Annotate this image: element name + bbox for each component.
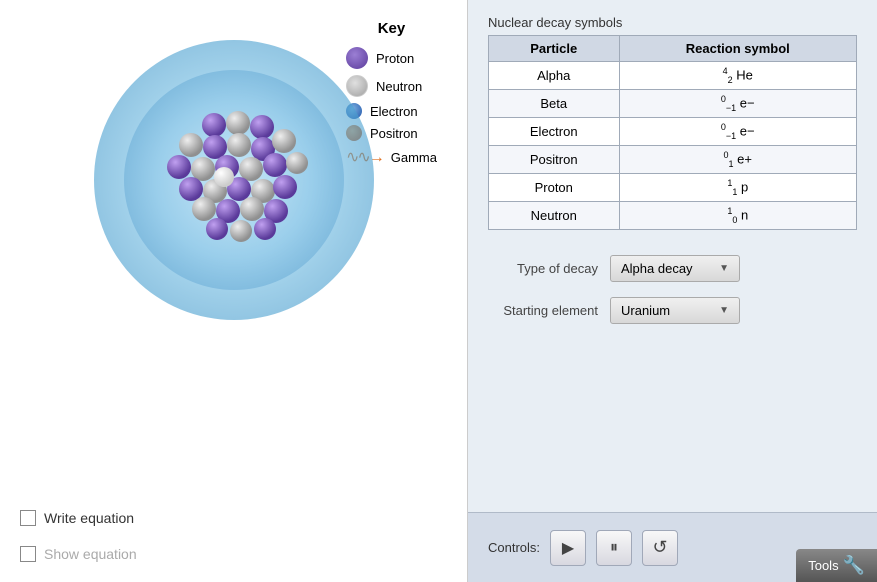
gamma-label: Gamma <box>391 150 437 165</box>
tools-label: Tools <box>808 558 838 573</box>
table-row: Neutron 10 n <box>489 201 857 229</box>
particle-positron: Positron <box>489 145 620 173</box>
controls-label: Controls: <box>488 540 540 555</box>
tools-icon: 🔧 <box>843 555 865 576</box>
ball-p <box>167 155 191 179</box>
decay-type-dropdown[interactable]: Alpha decay ▼ <box>610 255 740 282</box>
decay-type-value: Alpha decay <box>621 261 693 276</box>
ball-n <box>272 129 296 153</box>
table-title: Nuclear decay symbols <box>488 15 857 30</box>
starting-element-value: Uranium <box>621 303 670 318</box>
table-row: Electron 0−1 e− <box>489 117 857 145</box>
ball-n <box>240 197 264 221</box>
nucleus-svg <box>149 95 319 265</box>
ball-p <box>263 153 287 177</box>
starting-element-label: Starting element <box>488 303 598 318</box>
nucleus <box>149 95 319 265</box>
ball-n <box>230 220 252 242</box>
ball-p <box>202 113 226 137</box>
pause-icon: ⏸ <box>610 539 618 557</box>
ball-n <box>179 133 203 157</box>
ball-n <box>191 157 215 181</box>
particle-beta: Beta <box>489 89 620 117</box>
table-header-row: Particle Reaction symbol <box>489 36 857 62</box>
positron-label: Positron <box>370 126 418 141</box>
decay-type-label: Type of decay <box>488 261 598 276</box>
ball-n <box>227 133 251 157</box>
col-symbol: Reaction symbol <box>619 36 857 62</box>
play-icon: ▶ <box>562 538 574 558</box>
decay-type-row: Type of decay Alpha decay ▼ <box>488 255 857 282</box>
starting-element-arrow-icon: ▼ <box>719 305 729 316</box>
ball-highlight <box>214 167 234 187</box>
key-title: Key <box>346 20 437 37</box>
symbol-electron: 0−1 e− <box>619 117 857 145</box>
symbol-alpha: 42 He <box>619 62 857 90</box>
table-row: Proton 11 p <box>489 173 857 201</box>
particle-proton: Proton <box>489 173 620 201</box>
left-panel: Key Proton Neutron Electron Positron <box>0 0 468 582</box>
checkbox-area: Write equation Show equation <box>20 510 137 562</box>
decay-type-arrow-icon: ▼ <box>719 263 729 274</box>
show-equation-row: Show equation <box>20 546 137 562</box>
particle-electron: Electron <box>489 117 620 145</box>
show-equation-checkbox[interactable] <box>20 546 36 562</box>
particle-neutron: Neutron <box>489 201 620 229</box>
ball-n <box>239 157 263 181</box>
ball-p <box>203 135 227 159</box>
neutron-label: Neutron <box>376 79 422 94</box>
ball-n <box>226 111 250 135</box>
table-row: Alpha 42 He <box>489 62 857 90</box>
ball-n <box>286 152 308 174</box>
table-row: Beta 0−1 e− <box>489 89 857 117</box>
symbol-neutron: 10 n <box>619 201 857 229</box>
col-particle: Particle <box>489 36 620 62</box>
symbol-beta: 0−1 e− <box>619 89 857 117</box>
write-equation-label[interactable]: Write equation <box>44 510 134 526</box>
table-section: Nuclear decay symbols Particle Reaction … <box>488 15 857 230</box>
atom-visualization <box>94 40 374 320</box>
ball-p <box>254 218 276 240</box>
ball-p <box>179 177 203 201</box>
show-equation-label[interactable]: Show equation <box>44 546 137 562</box>
particle-alpha: Alpha <box>489 62 620 90</box>
ball-p <box>250 115 274 139</box>
proton-label: Proton <box>376 51 414 66</box>
tools-button[interactable]: Tools 🔧 <box>796 549 877 582</box>
decay-table: Particle Reaction symbol Alpha 42 He Bet… <box>488 35 857 230</box>
symbol-proton: 11 p <box>619 173 857 201</box>
starting-element-dropdown[interactable]: Uranium ▼ <box>610 297 740 324</box>
write-equation-row: Write equation <box>20 510 137 526</box>
starting-element-row: Starting element Uranium ▼ <box>488 297 857 324</box>
table-row: Positron 01 e+ <box>489 145 857 173</box>
pause-button[interactable]: ⏸ <box>596 530 632 566</box>
ball-n <box>192 197 216 221</box>
ball-p <box>206 218 228 240</box>
play-button[interactable]: ▶ <box>550 530 586 566</box>
ball-p <box>273 175 297 199</box>
symbol-positron: 01 e+ <box>619 145 857 173</box>
reset-button[interactable]: ↺ <box>642 530 678 566</box>
write-equation-checkbox[interactable] <box>20 510 36 526</box>
electron-label: Electron <box>370 104 418 119</box>
reset-icon: ↺ <box>652 537 667 558</box>
right-top: Nuclear decay symbols Particle Reaction … <box>468 0 877 512</box>
right-panel: Nuclear decay symbols Particle Reaction … <box>468 0 877 582</box>
